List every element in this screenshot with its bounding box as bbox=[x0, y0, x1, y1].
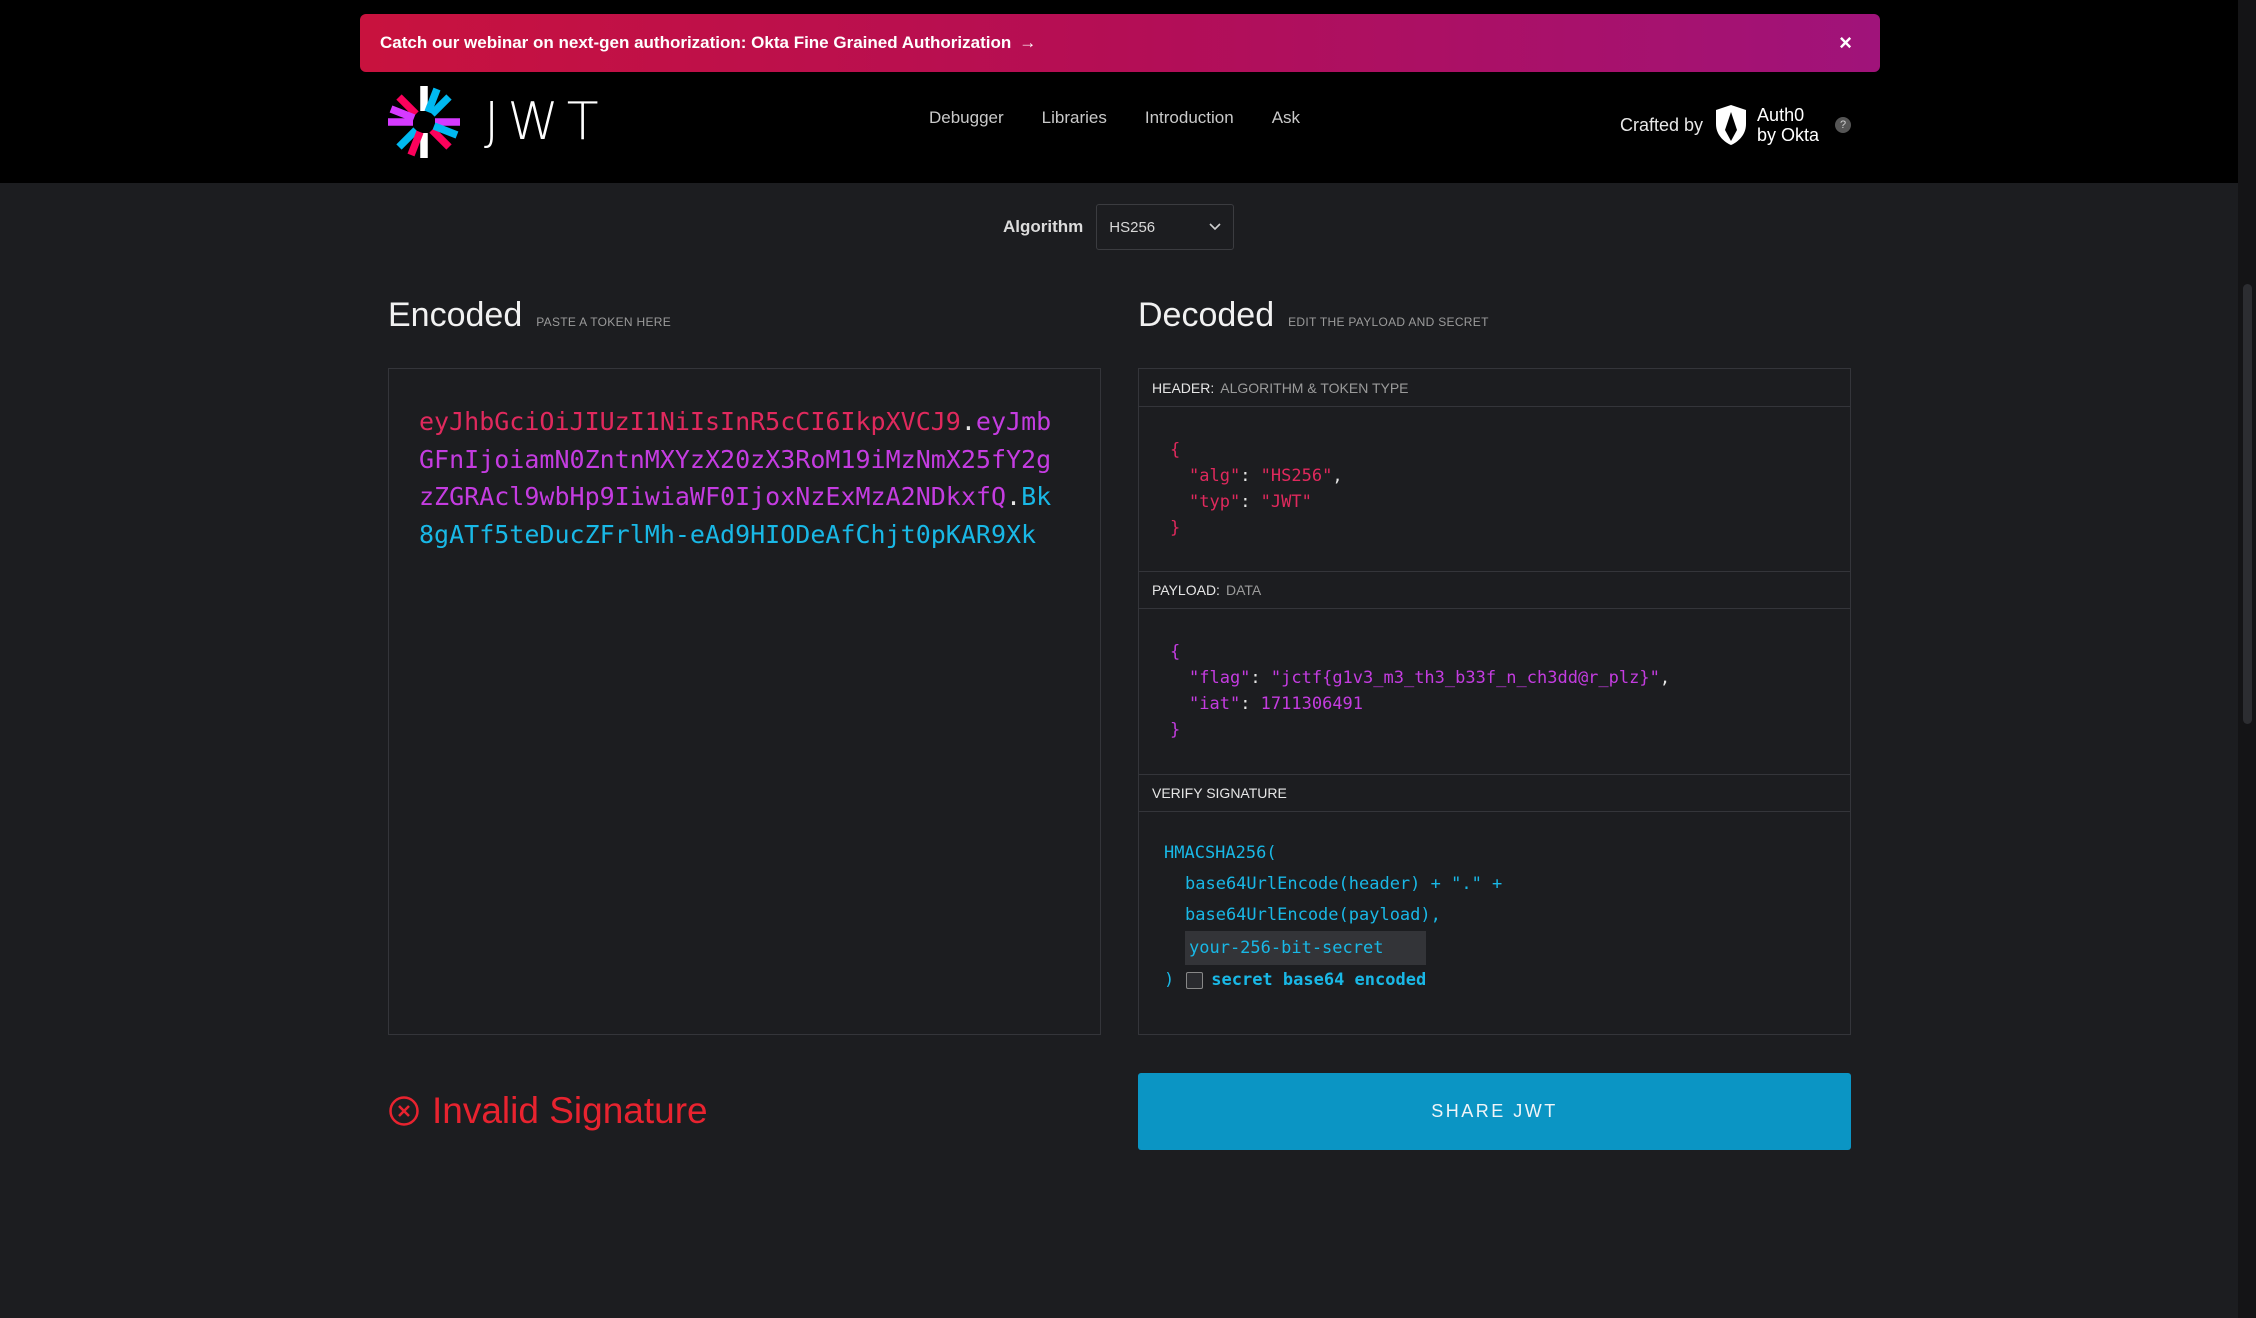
token-dot: . bbox=[1006, 482, 1022, 511]
close-icon[interactable]: × bbox=[1839, 30, 1852, 56]
header-label: HEADER: bbox=[1152, 379, 1215, 396]
decoded-subtitle: EDIT THE PAYLOAD AND SECRET bbox=[1288, 315, 1489, 329]
jwt-logo-icon bbox=[388, 86, 460, 158]
main-nav: Debugger Libraries Introduction Ask bbox=[929, 108, 1300, 128]
algorithm-label: Algorithm bbox=[1003, 217, 1084, 236]
algorithm-picker: Algorithm HS256 bbox=[1003, 204, 1235, 250]
sig-function: HMACSHA256( bbox=[1164, 843, 1277, 863]
token-header-part: eyJhbGciOiJIUzI1NiIsInR5cCI6IkpXVCJ9 bbox=[419, 407, 961, 436]
payload-section-head: PAYLOAD: DATA bbox=[1139, 571, 1850, 609]
encoded-title: Encoded bbox=[388, 296, 523, 334]
header-sub: ALGORITHM & TOKEN TYPE bbox=[1220, 379, 1409, 396]
crafted-by: Crafted by Auth0 by Okta ? bbox=[1620, 104, 1852, 146]
encoded-title-row: Encoded PASTE A TOKEN HERE bbox=[388, 296, 671, 335]
nav-libraries[interactable]: Libraries bbox=[1042, 108, 1107, 128]
decoded-panel: HEADER: ALGORITHM & TOKEN TYPE { "alg": … bbox=[1138, 368, 1851, 1035]
auth0-brand-line1: Auth0 bbox=[1757, 105, 1805, 125]
chevron-down-icon bbox=[1209, 223, 1221, 231]
algorithm-select[interactable]: HS256 bbox=[1096, 204, 1235, 250]
payload-json-editor[interactable]: { "flag": "jctf{g1v3_m3_th3_b33f_n_ch3dd… bbox=[1139, 609, 1850, 774]
scrollbar-thumb[interactable] bbox=[2243, 284, 2252, 724]
sig-line-header: base64UrlEncode(header) + "." + bbox=[1185, 874, 1503, 894]
signature-status-text: Invalid Signature bbox=[432, 1090, 708, 1131]
auth0-shield-icon[interactable] bbox=[1713, 104, 1749, 146]
crafted-label: Crafted by bbox=[1620, 114, 1704, 135]
share-jwt-button[interactable]: SHARE JWT bbox=[1138, 1073, 1851, 1150]
verify-label: VERIFY SIGNATURE bbox=[1152, 785, 1287, 801]
json-brace: { bbox=[1170, 440, 1181, 460]
arrow-right-icon: → bbox=[1019, 33, 1037, 52]
logo-text: JWT bbox=[484, 92, 607, 152]
nav-introduction[interactable]: Introduction bbox=[1145, 108, 1234, 128]
base64-label[interactable]: secret base64 encoded bbox=[1211, 970, 1426, 990]
webinar-banner[interactable]: Catch our webinar on next-gen authorizat… bbox=[360, 14, 1880, 72]
verify-section-head: VERIFY SIGNATURE bbox=[1139, 774, 1850, 812]
json-line-flag: "flag": "jctf{g1v3_m3_th3_b33f_n_ch3dd@r… bbox=[1189, 668, 1671, 688]
site-header: Catch our webinar on next-gen authorizat… bbox=[0, 0, 2238, 183]
header-json-editor[interactable]: { "alg": "HS256", "typ": "JWT" } bbox=[1139, 407, 1850, 571]
decoded-title: Decoded bbox=[1138, 296, 1275, 334]
nav-ask[interactable]: Ask bbox=[1272, 108, 1300, 128]
json-line-typ: "typ": "JWT" bbox=[1189, 492, 1312, 512]
jwt-logo[interactable]: JWT bbox=[386, 84, 607, 160]
sig-close-row: ) secret base64 encoded bbox=[1164, 965, 1502, 996]
auth0-brand-line2: by Okta bbox=[1757, 125, 1820, 145]
banner-text[interactable]: Catch our webinar on next-gen authorizat… bbox=[380, 33, 1011, 53]
auth0-brand[interactable]: Auth0 by Okta bbox=[1757, 105, 1819, 145]
encoded-subtitle: PASTE A TOKEN HERE bbox=[536, 315, 672, 329]
json-brace: { bbox=[1170, 642, 1181, 662]
payload-sub: DATA bbox=[1225, 582, 1262, 598]
sig-line-payload: base64UrlEncode(payload), bbox=[1185, 905, 1441, 925]
encoded-token-editor[interactable]: eyJhbGciOiJIUzI1NiIsInR5cCI6IkpXVCJ9.eyJ… bbox=[388, 368, 1101, 1035]
token-text[interactable]: eyJhbGciOiJIUzI1NiIsInR5cCI6IkpXVCJ9.eyJ… bbox=[419, 403, 1059, 553]
json-brace: } bbox=[1170, 720, 1181, 740]
json-line-alg: "alg": "HS256", bbox=[1189, 466, 1343, 486]
base64-checkbox[interactable] bbox=[1186, 971, 1204, 989]
payload-label: PAYLOAD: bbox=[1152, 582, 1220, 598]
signature-status: Invalid Signature bbox=[388, 1090, 708, 1132]
header-section-head: HEADER: ALGORITHM & TOKEN TYPE bbox=[1139, 369, 1850, 407]
page-scrollbar[interactable] bbox=[2238, 0, 2256, 1318]
decoded-title-row: Decoded EDIT THE PAYLOAD AND SECRET bbox=[1138, 296, 1489, 335]
secret-input[interactable] bbox=[1185, 931, 1426, 965]
verify-signature-body: HMACSHA256( base64UrlEncode(header) + ".… bbox=[1139, 812, 1850, 1012]
token-dot: . bbox=[960, 407, 976, 436]
nav-debugger[interactable]: Debugger bbox=[929, 108, 1004, 128]
json-line-iat: "iat": 1711306491 bbox=[1189, 694, 1364, 714]
help-icon[interactable]: ? bbox=[1835, 117, 1852, 133]
error-circle-icon bbox=[389, 1096, 419, 1126]
json-brace: } bbox=[1170, 518, 1181, 538]
sig-close: ) bbox=[1164, 970, 1175, 990]
algorithm-selected: HS256 bbox=[1109, 218, 1156, 236]
